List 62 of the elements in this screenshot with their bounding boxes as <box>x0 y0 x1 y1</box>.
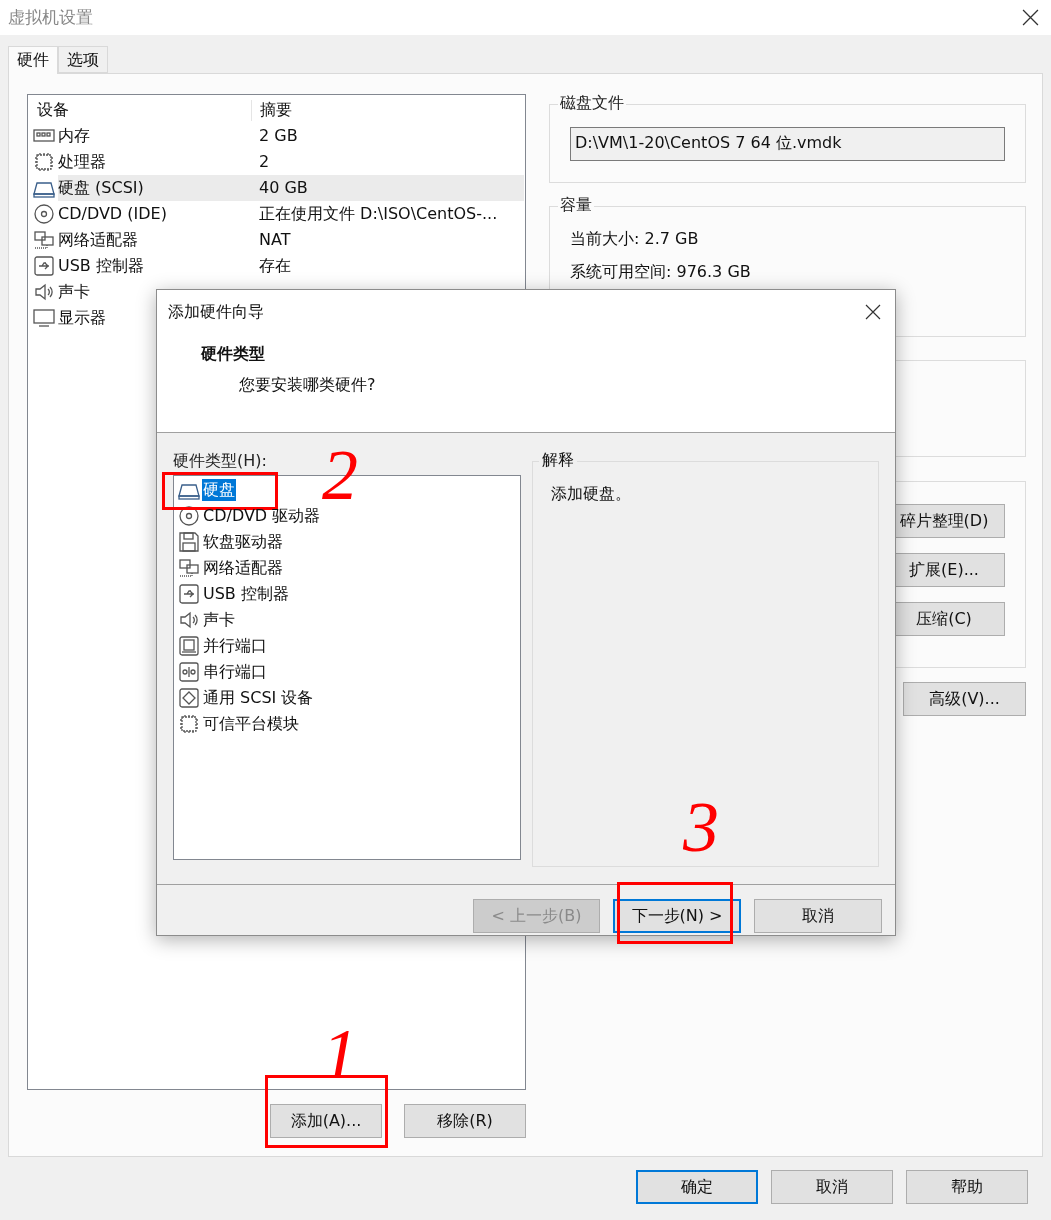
remove-button[interactable]: 移除(R) <box>404 1104 526 1138</box>
wizard-button[interactable]: 取消 <box>754 899 882 933</box>
hardware-item[interactable]: 通用 SCSI 设备 <box>202 687 315 709</box>
floppy-icon <box>178 531 200 553</box>
group-title: 磁盘文件 <box>558 93 626 114</box>
hardware-item[interactable]: CD/DVD 驱动器 <box>202 505 322 527</box>
annotation-number: 3 <box>683 791 719 863</box>
step-heading: 硬件类型 <box>201 344 266 365</box>
device-summary: NAT <box>258 229 292 251</box>
hardware-item[interactable]: 可信平台模块 <box>202 713 300 735</box>
chip-icon <box>178 713 200 735</box>
hardware-item[interactable]: USB 控制器 <box>202 583 290 605</box>
close-icon[interactable] <box>1022 9 1039 26</box>
window-title: 虚拟机设置 <box>8 6 93 29</box>
device-summary: 2 <box>258 151 271 173</box>
disc-icon <box>178 505 200 527</box>
port-icon <box>178 661 200 683</box>
device-name[interactable]: 硬盘 (SCSI) <box>58 175 251 201</box>
device-summary: 40 GB <box>251 175 524 201</box>
network-icon <box>33 229 55 251</box>
hardware-item[interactable]: 并行端口 <box>202 635 268 657</box>
advanced-button[interactable]: 高级(V)... <box>903 682 1026 716</box>
usb-icon <box>178 583 200 605</box>
device-name[interactable]: 内存 <box>58 123 251 149</box>
column-header: 设备 <box>36 99 70 121</box>
dialog-button[interactable]: 确定 <box>636 1170 758 1204</box>
speaker-icon <box>178 609 200 631</box>
step-description: 您要安装哪类硬件? <box>238 375 377 396</box>
wizard-button[interactable]: 下一步(N) > <box>613 899 741 933</box>
device-name[interactable]: USB 控制器 <box>58 253 251 279</box>
group-title: 解释 <box>539 450 577 471</box>
device-summary: 2 GB <box>258 125 299 147</box>
capacity-info: 当前大小: 2.7 GB <box>570 229 700 250</box>
hardware-item[interactable]: 网络适配器 <box>202 557 284 579</box>
dialog-button[interactable]: 帮助 <box>906 1170 1028 1204</box>
hardware-item[interactable]: 软盘驱动器 <box>202 531 284 553</box>
hardware-item[interactable]: 声卡 <box>202 609 236 631</box>
dialog-button[interactable]: 取消 <box>771 1170 893 1204</box>
device-summary: 正在使用文件 D:\ISO\CentOS-... <box>258 203 499 225</box>
chip-icon <box>33 151 55 173</box>
monitor-icon <box>33 307 55 329</box>
dialog-title: 添加硬件向导 <box>168 301 264 323</box>
network-icon <box>178 557 200 579</box>
close-icon[interactable] <box>865 304 881 320</box>
speaker-icon <box>33 281 55 303</box>
tab[interactable]: 硬件 <box>8 46 58 74</box>
usb-icon <box>33 255 55 277</box>
file-path-field[interactable]: D:\VM\1-20\CentOS 7 64 位.vmdk <box>570 127 1005 161</box>
add-button[interactable]: 添加(A)... <box>270 1104 382 1138</box>
capacity-info: 系统可用空间: 976.3 GB <box>570 262 752 283</box>
explanation-text: 添加硬盘。 <box>551 484 631 503</box>
port-icon <box>178 635 200 657</box>
hardware-item[interactable]: 串行端口 <box>202 661 268 683</box>
device-name[interactable]: 网络适配器 <box>58 227 251 253</box>
disc-icon <box>33 203 55 225</box>
hardware-item[interactable]: 硬盘 <box>202 479 236 501</box>
column-header: 摘要 <box>251 99 524 121</box>
device-summary: 存在 <box>258 255 292 277</box>
device-name[interactable]: CD/DVD (IDE) <box>58 201 251 227</box>
tab[interactable]: 选项 <box>58 46 108 73</box>
device-name[interactable]: 处理器 <box>58 149 251 175</box>
annotation-number: 2 <box>322 439 358 511</box>
